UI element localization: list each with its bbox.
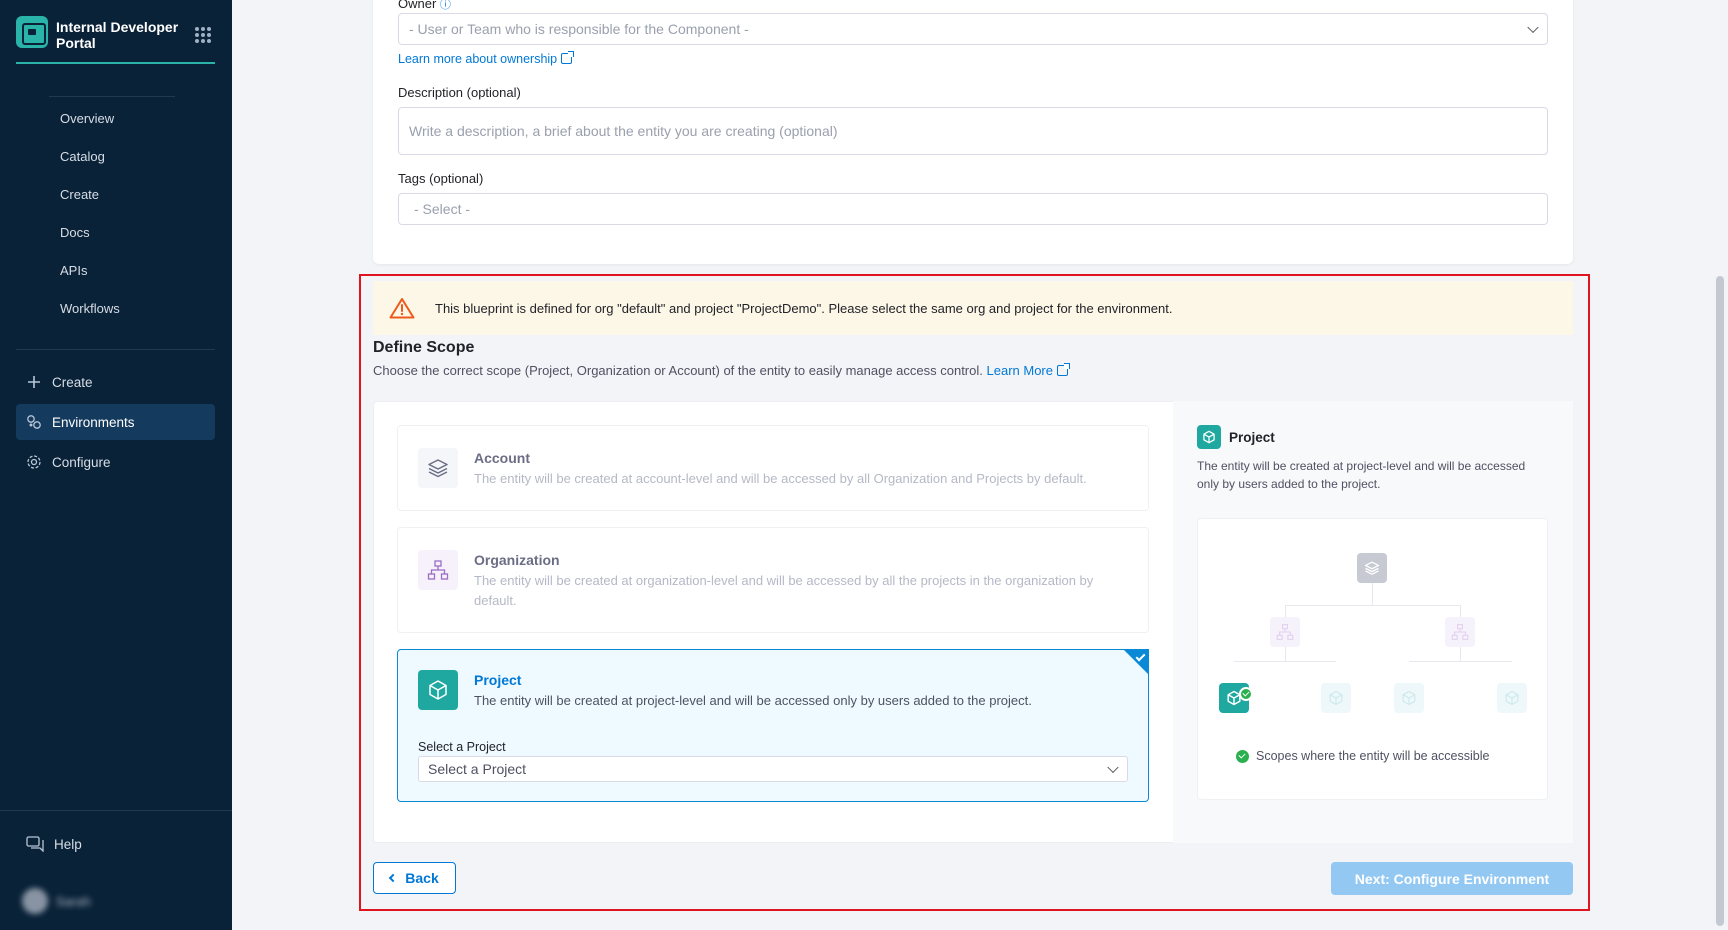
owner-placeholder: - User or Team who is responsible for th… [409,21,749,37]
tags-select[interactable]: - Select - [398,193,1548,225]
tags-placeholder: - Select - [414,201,471,217]
sidebar-item-label: Environments [52,414,135,430]
sidebar-item-apis[interactable]: APIs [0,252,232,290]
description-textarea[interactable]: Write a description, a brief about the e… [398,107,1548,155]
sidebar-item-label: Configure [52,454,111,470]
sidebar-item-catalog[interactable]: Catalog [0,138,232,176]
highlight-box [359,274,1590,911]
user-profile[interactable]: Sarah [22,888,91,914]
scrollbar-thumb[interactable] [1716,276,1724,926]
environments-icon [26,414,42,430]
sidebar-item-create-main[interactable]: Create [16,364,215,400]
tags-label: Tags (optional) [398,171,484,186]
nav-divider [0,810,232,811]
sidebar-item-label: Create [52,374,93,390]
sidebar-item-environments[interactable]: Environments [16,404,215,440]
external-link-icon [561,51,575,64]
description-label: Description (optional) [398,85,521,100]
help-button[interactable]: Help [26,836,82,853]
sidebar-item-create[interactable]: Create [0,176,232,214]
ownership-link[interactable]: Learn more about ownership [398,50,575,68]
sidebar-item-workflows[interactable]: Workflows [0,290,232,328]
help-chat-icon [26,836,44,853]
brand[interactable]: Internal Developer Portal [16,16,215,64]
sidebar-item-docs[interactable]: Docs [0,214,232,252]
help-label: Help [54,836,82,852]
main-nav: Create Environments Configure [16,364,215,484]
chevron-down-icon [1527,21,1539,34]
page-scrollbar[interactable] [1712,0,1728,930]
owner-select[interactable]: - User or Team who is responsible for th… [398,13,1548,45]
sidebar-item-configure[interactable]: Configure [16,444,215,480]
nav-divider [16,349,215,350]
portal-logo-icon [16,16,48,48]
description-placeholder: Write a description, a brief about the e… [409,123,838,139]
avatar [22,888,48,914]
user-name: Sarah [56,893,91,909]
gear-icon [26,454,42,470]
apps-grid-icon[interactable] [195,27,211,43]
sub-nav: Overview Catalog Create Docs APIs Workfl… [0,100,232,328]
plus-icon [26,374,42,390]
owner-label: Owner ⓘ [398,0,451,11]
app-title: Internal Developer Portal [56,19,179,51]
nav-divider [49,96,175,97]
sidebar-item-overview[interactable]: Overview [0,100,232,138]
sidebar: Internal Developer Portal Overview Catal… [0,0,232,930]
